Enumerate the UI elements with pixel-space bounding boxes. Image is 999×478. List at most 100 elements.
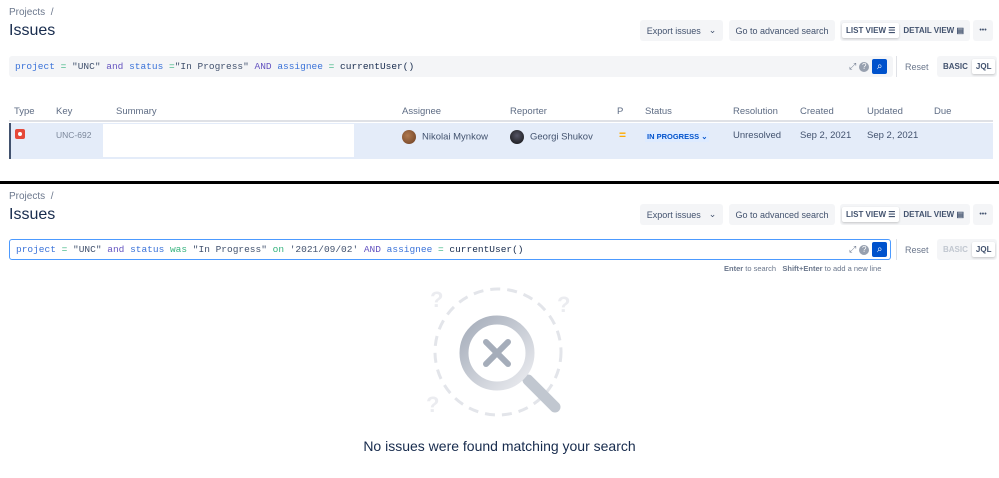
help-icon[interactable]: ? <box>859 244 870 255</box>
reset-button[interactable]: Reset <box>905 245 929 255</box>
search-button[interactable]: ⌕ <box>872 59 888 74</box>
hint-text: to add a new line <box>822 264 882 273</box>
jql-token: = <box>163 61 175 72</box>
advanced-search-button[interactable]: Go to advanced search <box>729 204 835 225</box>
jql-token: and <box>100 61 130 72</box>
help-icon[interactable]: ? <box>859 61 870 72</box>
search-button[interactable]: ⌕ <box>872 242 888 257</box>
jql-token: AND <box>358 244 387 255</box>
hint-key: Enter <box>724 264 744 273</box>
list-icon: ☰ <box>888 26 896 35</box>
search-mode-toggle: BASIC JQL <box>937 239 998 260</box>
page-title: Issues <box>9 22 56 39</box>
column-header-status[interactable]: Status <box>645 106 672 117</box>
column-header-type[interactable]: Type <box>14 106 35 117</box>
jql-token: = <box>322 61 341 72</box>
empty-state-message: No issues were found matching your searc… <box>363 438 636 454</box>
jql-token: project <box>15 61 55 72</box>
assignee[interactable]: Nikolai Mynkow <box>402 130 488 144</box>
jql-token: = <box>54 61 73 72</box>
jql-token: was <box>164 244 193 255</box>
updated-date: Sep 2, 2021 <box>867 130 919 141</box>
expand-icon[interactable]: ⤢ <box>849 244 856 255</box>
issue-key[interactable]: UNC-692 <box>56 130 91 140</box>
divider <box>896 56 897 77</box>
jql-token: "UNC" <box>72 61 101 72</box>
list-view-button[interactable]: LIST VIEW ☰ <box>842 207 900 222</box>
jql-token: currentUser() <box>449 244 524 255</box>
list-view-label: LIST VIEW <box>846 210 886 219</box>
export-label: Export issues <box>646 209 701 220</box>
list-view-button[interactable]: LIST VIEW ☰ <box>842 23 900 38</box>
column-header-created[interactable]: Created <box>800 106 834 117</box>
column-header-reporter[interactable]: Reporter <box>510 106 547 117</box>
avatar <box>510 130 524 144</box>
jql-token: assignee <box>277 61 323 72</box>
column-header-updated[interactable]: Updated <box>867 106 903 117</box>
breadcrumb: Projects / <box>9 191 53 202</box>
bug-icon <box>15 129 25 139</box>
jql-button[interactable]: JQL <box>971 59 996 74</box>
jql-token: "In Progress" <box>174 61 249 72</box>
column-header-priority[interactable]: P <box>617 106 623 117</box>
page-title: Issues <box>9 206 56 223</box>
status-dropdown[interactable]: IN PROGRESS ⌄ <box>645 131 710 142</box>
jql-button[interactable]: JQL <box>971 242 996 257</box>
detail-icon: ▤ <box>956 210 965 219</box>
jql-token: = <box>432 244 450 255</box>
jql-input[interactable]: project = "UNC" and status = "In Progress… <box>9 56 893 77</box>
divider <box>896 239 897 260</box>
jql-token: "UNC" <box>73 244 102 255</box>
assignee-name: Nikolai Mynkow <box>422 131 488 143</box>
hint-text: to search <box>743 264 777 273</box>
reset-button[interactable]: Reset <box>905 62 929 72</box>
table-row[interactable]: UNC-692 Nikolai Mynkow Georgi Shukov = I… <box>9 123 993 159</box>
column-header-assignee[interactable]: Assignee <box>402 106 441 117</box>
column-header-due[interactable]: Due <box>934 106 951 117</box>
detail-icon: ▤ <box>956 26 965 35</box>
jql-token: status <box>130 244 165 255</box>
advanced-search-button[interactable]: Go to advanced search <box>729 20 835 41</box>
jql-actions: ⤢? ⌕ <box>849 242 888 257</box>
status-label: IN PROGRESS <box>647 132 700 141</box>
list-icon: ☰ <box>888 210 896 219</box>
chevron-down-icon: ⌄ <box>708 25 717 35</box>
jql-token: status <box>129 61 164 72</box>
basic-button[interactable]: BASIC <box>939 59 972 74</box>
breadcrumb-separator: / <box>50 7 54 18</box>
jql-token: = <box>55 244 74 255</box>
jql-hint: Enter to search Shift+Enter to add a new… <box>724 264 881 273</box>
chevron-down-icon: ⌄ <box>708 209 717 219</box>
export-issues-button[interactable]: Export issues ⌄ <box>640 20 723 41</box>
screenshot-divider <box>0 181 999 184</box>
more-button[interactable]: ••• <box>973 204 993 225</box>
view-toggle: LIST VIEW ☰ DETAIL VIEW ▤ <box>840 204 971 225</box>
no-results-illustration: ? ? ? <box>426 287 570 417</box>
breadcrumb-projects[interactable]: Projects <box>9 7 45 18</box>
expand-icon[interactable]: ⤢ <box>849 61 856 72</box>
chevron-down-icon: ⌄ <box>701 132 708 141</box>
issue-summary[interactable] <box>103 124 354 157</box>
jql-token: "In Progress" <box>192 244 267 255</box>
jql-token: and <box>101 244 131 255</box>
jql-input[interactable]: project = "UNC" and status was "In Progr… <box>9 239 891 260</box>
jql-token: on <box>266 244 290 255</box>
jql-token: currentUser() <box>340 61 415 72</box>
avatar <box>402 130 416 144</box>
question-mark-icon: ? <box>430 287 443 312</box>
basic-button[interactable]: BASIC <box>939 242 972 257</box>
detail-view-button[interactable]: DETAIL VIEW ▤ <box>899 23 968 38</box>
hint-key: Shift+Enter <box>782 264 823 273</box>
breadcrumb: Projects / <box>9 7 53 18</box>
column-header-key[interactable]: Key <box>56 106 72 117</box>
detail-view-button[interactable]: DETAIL VIEW ▤ <box>899 207 968 222</box>
breadcrumb-projects[interactable]: Projects <box>9 191 45 202</box>
reporter[interactable]: Georgi Shukov <box>510 130 593 144</box>
column-header-resolution[interactable]: Resolution <box>733 106 778 117</box>
column-header-summary[interactable]: Summary <box>116 106 157 117</box>
jql-token: AND <box>248 61 278 72</box>
export-issues-button[interactable]: Export issues ⌄ <box>640 204 723 225</box>
more-button[interactable]: ••• <box>973 20 993 41</box>
jql-token: assignee <box>386 244 433 255</box>
question-mark-icon: ? <box>557 292 570 317</box>
